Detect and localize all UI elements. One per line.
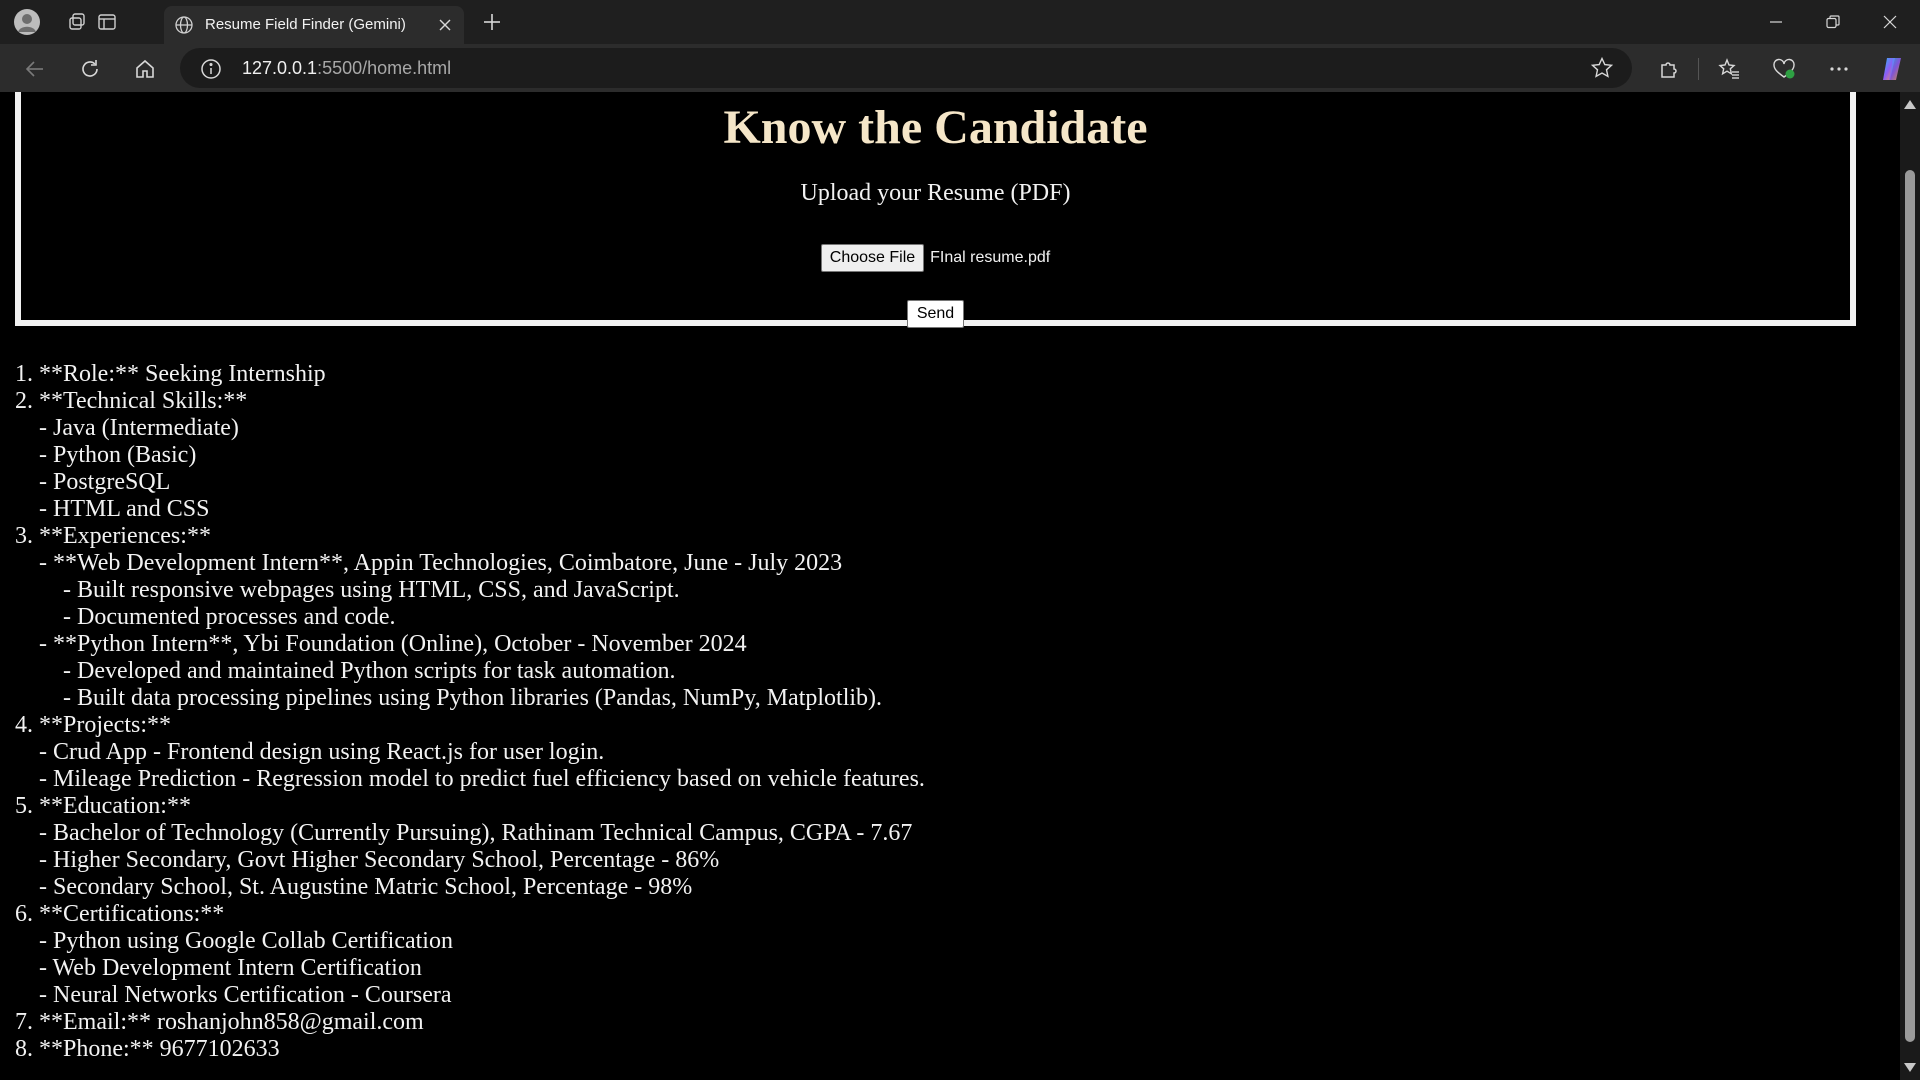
result-line: 4. **Projects:** (15, 712, 171, 738)
result-line: - Documented processes and code. (15, 604, 396, 630)
back-icon[interactable] (20, 54, 50, 84)
result-line: - Java (Intermediate) (15, 415, 239, 441)
scroll-down-arrow-icon[interactable] (1904, 1063, 1916, 1072)
page-title: Know the Candidate (723, 101, 1148, 154)
result-line: - Neural Networks Certification - Course… (15, 982, 452, 1008)
minimize-icon[interactable] (1748, 0, 1804, 44)
selected-file-name: FInal resume.pdf (930, 249, 1051, 266)
restore-icon[interactable] (1805, 0, 1861, 44)
scroll-up-arrow-icon[interactable] (1904, 100, 1916, 109)
extensions-icon[interactable] (1654, 54, 1684, 84)
copilot-icon[interactable] (1878, 54, 1908, 84)
result-line: 3. **Experiences:** (15, 523, 211, 549)
site-info-icon[interactable] (200, 58, 222, 80)
result-line: - **Python Intern**, Ybi Foundation (Onl… (15, 631, 747, 657)
browser-essentials-icon[interactable] (1769, 54, 1799, 84)
profile-avatar-icon[interactable] (13, 8, 41, 36)
result-line: 2. **Technical Skills:** (15, 388, 248, 414)
result-line: - Built data processing pipelines using … (15, 685, 883, 711)
url-text[interactable]: 127.0.0.1:5500/home.html (242, 58, 451, 79)
result-line: 1. **Role:** Seeking Internship (15, 361, 326, 387)
send-row: Send (21, 300, 1850, 328)
globe-icon (174, 15, 194, 35)
close-tab-icon[interactable] (434, 14, 456, 36)
toolbar-divider (1698, 58, 1699, 80)
close-window-icon[interactable] (1862, 0, 1918, 44)
address-bar[interactable]: 127.0.0.1:5500/home.html (180, 48, 1632, 88)
browser-toolbar: 127.0.0.1:5500/home.html (0, 44, 1920, 92)
result-line: - Web Development Intern Certification (15, 955, 422, 981)
home-icon[interactable] (130, 54, 160, 84)
choose-file-button[interactable]: Choose File (820, 244, 925, 272)
result-line: 6. **Certifications:** (15, 901, 225, 927)
result-line: 5. **Education:** (15, 793, 191, 819)
result-line: - Developed and maintained Python script… (15, 658, 676, 684)
browser-titlebar: Resume Field Finder (Gemini) (0, 0, 1920, 44)
result-line: - Bachelor of Technology (Currently Purs… (15, 820, 913, 846)
vertical-scrollbar[interactable] (1900, 92, 1920, 1080)
result-line: - Python (Basic) (15, 442, 197, 468)
result-line: - Crud App - Frontend design using React… (15, 739, 605, 765)
favorite-star-icon[interactable] (1590, 56, 1614, 80)
send-button[interactable]: Send (906, 300, 965, 328)
more-menu-icon[interactable] (1824, 54, 1854, 84)
tab-title: Resume Field Finder (Gemini) (205, 16, 406, 33)
workspaces-icon[interactable] (63, 8, 91, 36)
favorites-icon[interactable] (1714, 54, 1744, 84)
url-path: :5500/home.html (317, 58, 452, 78)
reload-icon[interactable] (75, 54, 105, 84)
result-line: 8. **Phone:** 9677102633 (15, 1036, 280, 1062)
result-output: 1. **Role:** Seeking Internship 2. **Tech… (15, 361, 1875, 1063)
result-line: - **Web Development Intern**, Appin Tech… (15, 550, 843, 576)
result-line: - PostgreSQL (15, 469, 171, 495)
result-line: - Mileage Prediction - Regression model … (15, 766, 925, 792)
result-line: - Higher Secondary, Govt Higher Secondar… (15, 847, 720, 873)
result-line: - Python using Google Collab Certificati… (15, 928, 453, 954)
active-tab[interactable]: Resume Field Finder (Gemini) (164, 6, 464, 44)
result-line: - HTML and CSS (15, 496, 210, 522)
file-input[interactable]: Choose File FInal resume.pdf (21, 244, 1850, 272)
result-line: - Secondary School, St. Augustine Matric… (15, 874, 693, 900)
vertical-tabs-icon[interactable] (93, 8, 121, 36)
upload-label: Upload your Resume (PDF) (800, 180, 1071, 206)
upload-panel: Know the Candidate Upload your Resume (P… (15, 92, 1856, 328)
new-tab-icon[interactable] (478, 8, 506, 36)
page-viewport: Know the Candidate Upload your Resume (P… (0, 92, 1920, 1080)
result-line: - Built responsive webpages using HTML, … (15, 577, 680, 603)
result-line: 7. **Email:** roshanjohn858@gmail.com (15, 1009, 424, 1035)
scroll-thumb[interactable] (1905, 170, 1915, 1042)
url-host: 127.0.0.1 (242, 58, 318, 78)
